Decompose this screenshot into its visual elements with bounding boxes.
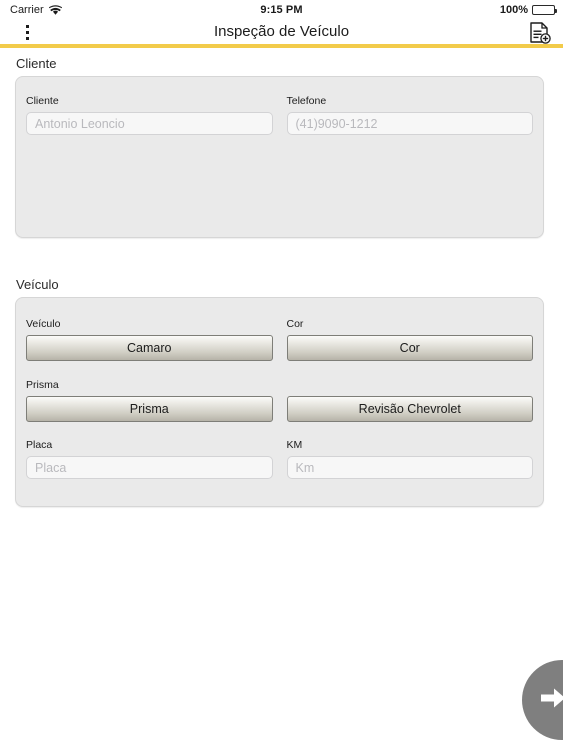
arrow-right-icon [539, 685, 563, 716]
field-placa: Placa [26, 439, 273, 479]
label-prisma: Prisma [26, 379, 59, 391]
field-km: KM [286, 439, 533, 479]
field-telefone: Telefone [286, 95, 533, 135]
status-bar-time: 9:15 PM [260, 4, 303, 16]
label-veiculo: Veículo [26, 318, 61, 330]
navigation-bar: Inspeção de Veículo [0, 20, 563, 44]
label-km: KM [286, 439, 303, 451]
section-title-cliente: Cliente [16, 56, 57, 71]
label-cor: Cor [286, 318, 304, 330]
field-cliente: Cliente [26, 95, 273, 135]
veiculo-field-row-2: Prisma Prisma Revisão Chevrolet [16, 379, 543, 422]
revisao-select-button[interactable]: Revisão Chevrolet [286, 396, 533, 422]
label-placa: Placa [26, 439, 53, 451]
battery-percent-label: 100% [499, 4, 528, 16]
prisma-select-button[interactable]: Prisma [26, 396, 273, 422]
field-cor: Cor Cor [286, 318, 533, 361]
telefone-input[interactable] [286, 112, 533, 135]
form-content: Cliente Cliente Telefone Veículo Veículo… [0, 48, 563, 750]
card-cliente: Cliente Telefone [15, 76, 544, 238]
field-veiculo: Veículo Camaro [26, 318, 273, 361]
veiculo-select-button[interactable]: Camaro [26, 335, 273, 361]
section-title-veiculo: Veículo [16, 277, 59, 292]
field-revisao: Revisão Chevrolet [286, 379, 533, 422]
page-title: Inspeção de Veículo [213, 23, 350, 40]
veiculo-field-row-1: Veículo Camaro Cor Cor [16, 318, 543, 361]
field-prisma: Prisma Prisma [26, 379, 273, 422]
placa-input[interactable] [26, 456, 273, 479]
label-telefone: Telefone [286, 95, 327, 107]
add-document-icon[interactable] [524, 19, 554, 47]
km-input[interactable] [286, 456, 533, 479]
battery-full-icon [532, 5, 557, 15]
veiculo-field-row-3: Placa KM [16, 439, 543, 479]
card-veiculo: Veículo Camaro Cor Cor Prisma Prisma Rev… [15, 297, 544, 507]
label-cliente: Cliente [26, 95, 59, 107]
status-bar-right: 100% [499, 4, 557, 16]
cliente-field-row: Cliente Telefone [16, 95, 543, 135]
status-bar: Carrier 9:15 PM 100% [0, 0, 563, 20]
cliente-input[interactable] [26, 112, 273, 135]
cor-select-button[interactable]: Cor [286, 335, 533, 361]
